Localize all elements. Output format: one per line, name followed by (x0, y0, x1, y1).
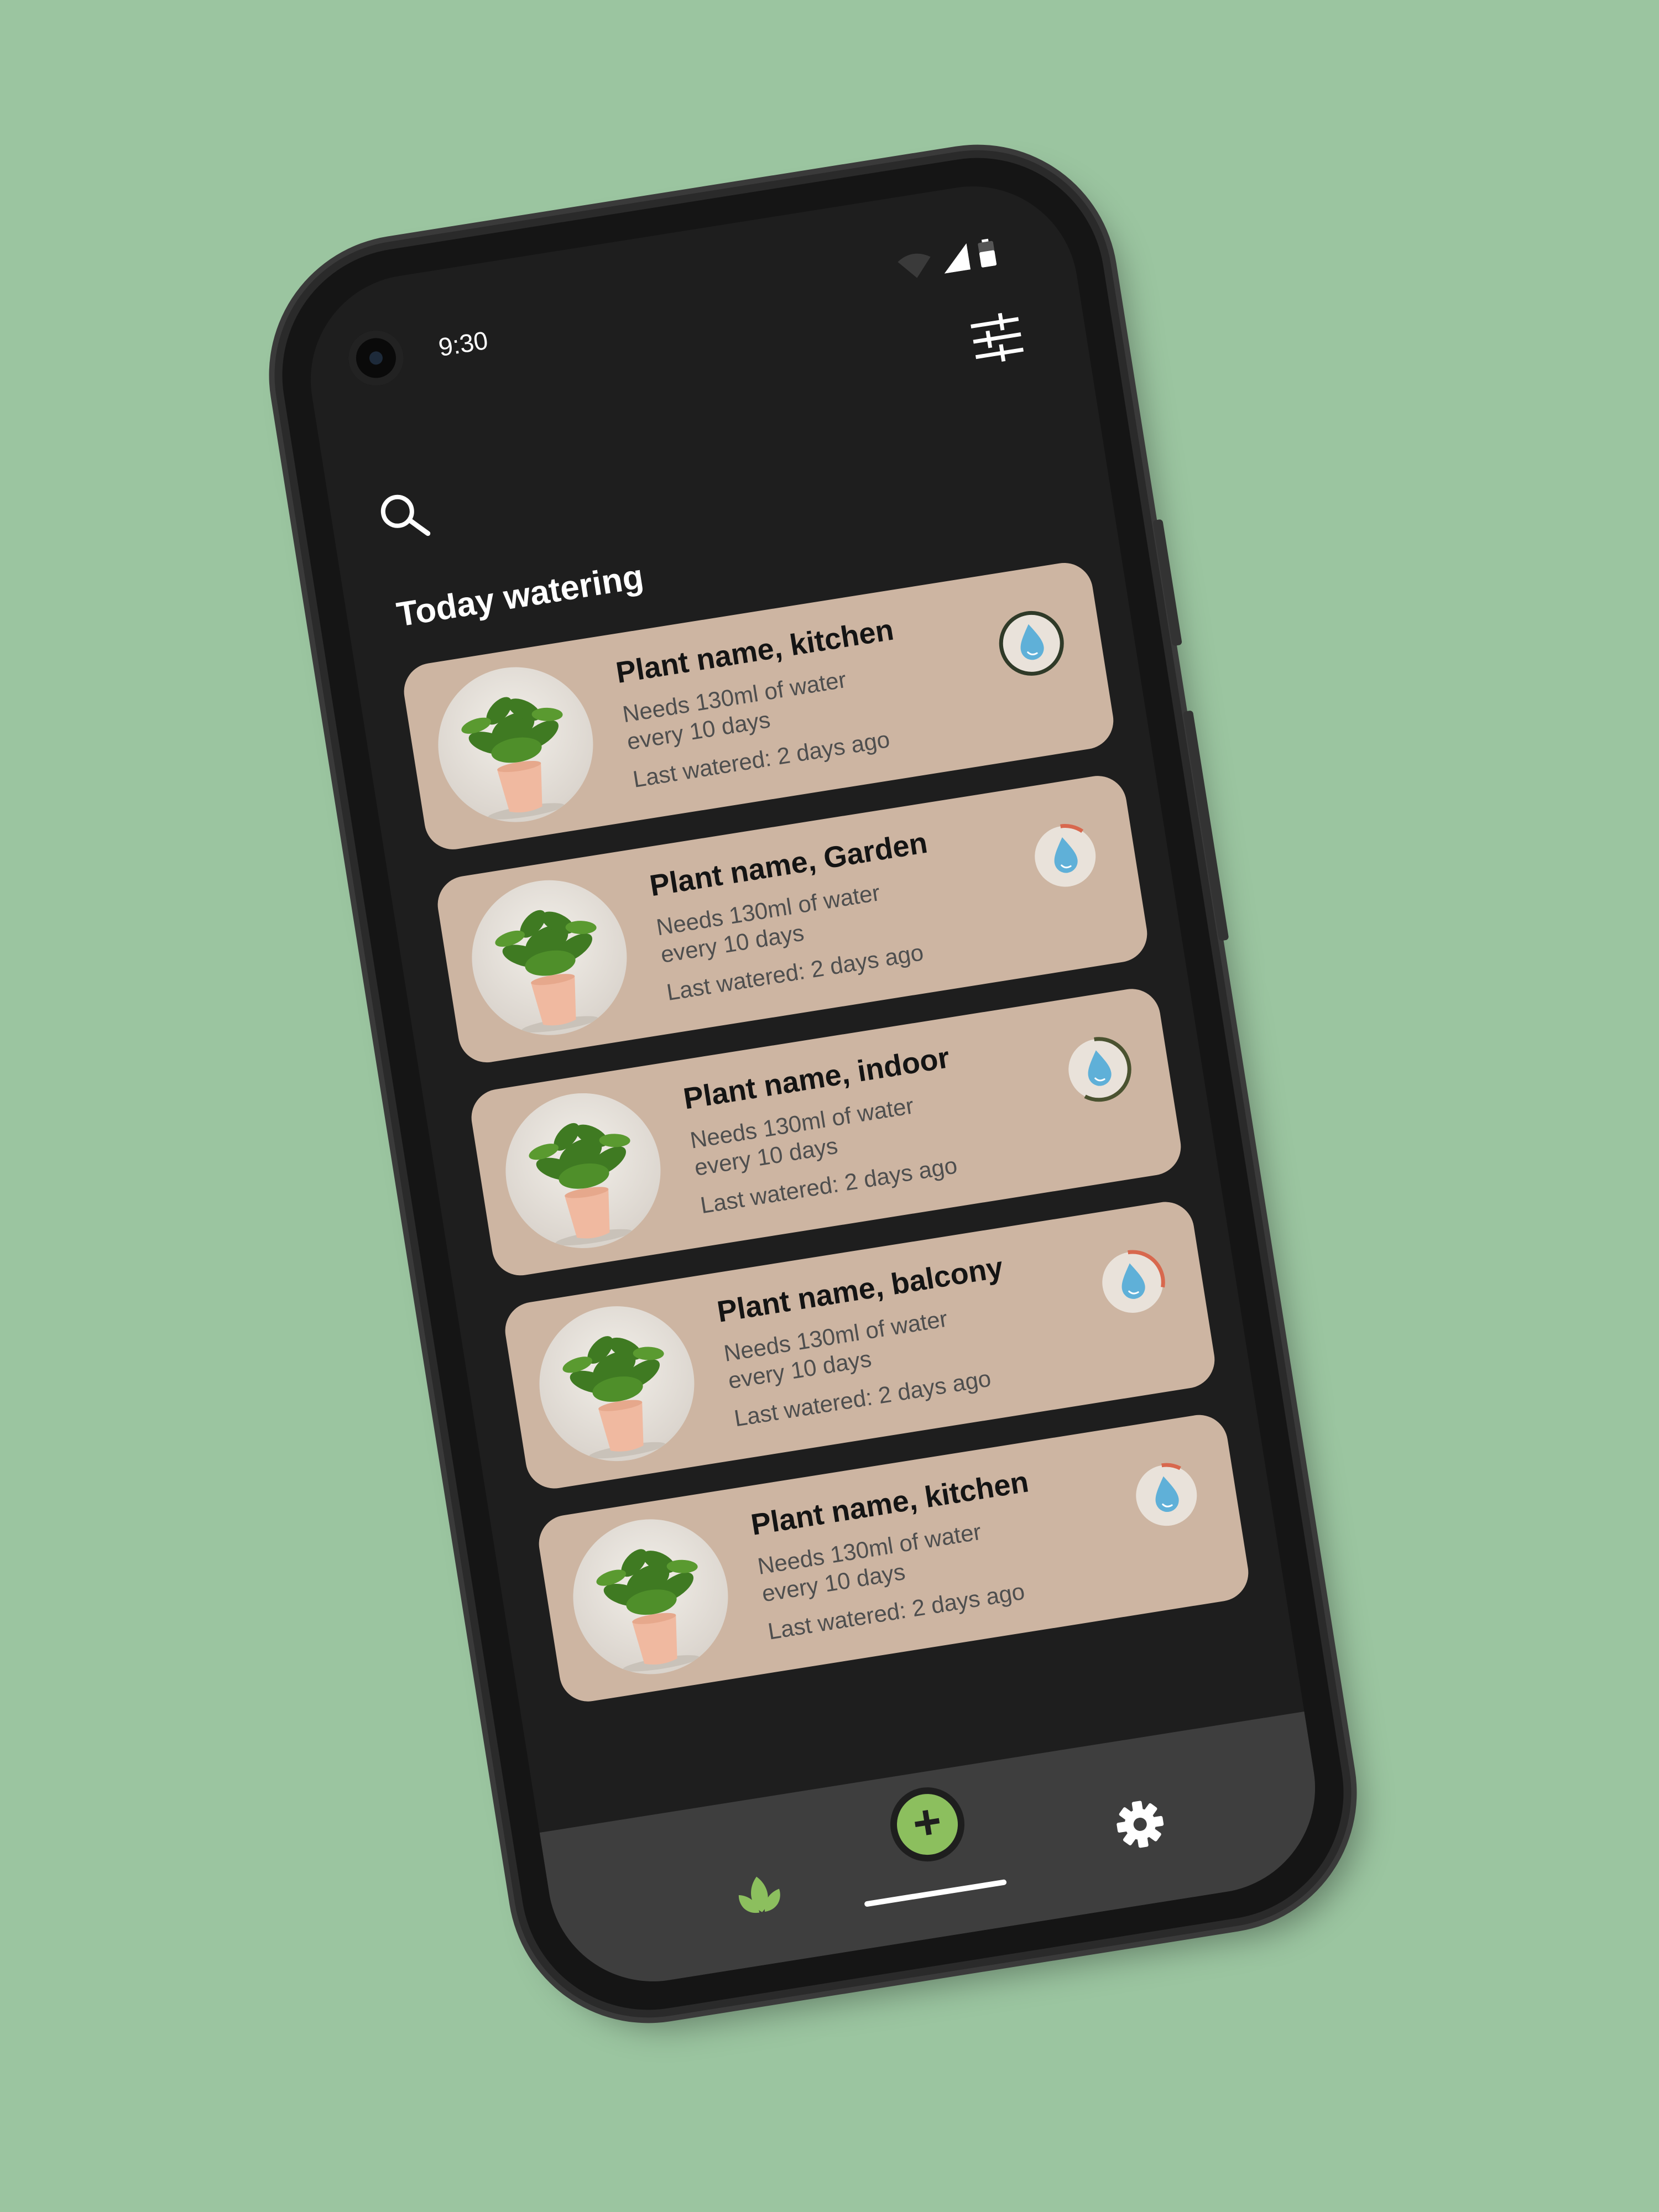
plant-photo (461, 869, 638, 1046)
potted-plant-image (461, 697, 565, 820)
nav-plants-button[interactable] (730, 1862, 787, 1919)
plant-photo (562, 1508, 739, 1686)
water-button[interactable] (1092, 1241, 1174, 1324)
battery-icon (978, 238, 997, 268)
water-progress-ring (1066, 1037, 1131, 1102)
add-plant-button[interactable]: + (893, 1790, 962, 1860)
app-screen: 9:30 Today watering Plant name, kitchen … (295, 171, 1331, 1997)
nav-settings-button[interactable] (1112, 1796, 1168, 1853)
phone-frame: 9:30 Today watering Plant name, kitchen … (264, 139, 1362, 2028)
front-camera (344, 326, 408, 390)
add-icon: + (909, 1792, 946, 1851)
water-progress-ring (1032, 824, 1098, 889)
water-button[interactable] (1058, 1028, 1140, 1110)
filter-button[interactable] (966, 306, 1029, 369)
search-icon (380, 494, 431, 536)
status-time: 9:30 (436, 325, 490, 362)
wifi-icon (898, 253, 931, 278)
signal-icon (944, 243, 971, 274)
water-progress-ring (1134, 1463, 1199, 1528)
home-indicator[interactable] (864, 1879, 1007, 1907)
potted-plant-image (529, 1123, 632, 1246)
sliders-icon (971, 312, 1024, 362)
plants-icon (738, 1876, 780, 1913)
status-icons (896, 238, 997, 280)
section-title: Today watering (394, 557, 646, 634)
water-progress-ring (1100, 1250, 1165, 1315)
water-button[interactable] (1024, 815, 1107, 898)
plant-photo (494, 1082, 672, 1260)
plant-list: Plant name, kitchen Needs 130ml of water… (400, 559, 1257, 1733)
potted-plant-image (596, 1549, 700, 1672)
plant-photo (427, 656, 604, 833)
water-button[interactable] (1125, 1454, 1208, 1537)
plant-photo (528, 1295, 706, 1473)
potted-plant-image (495, 910, 598, 1032)
water-progress-ring (999, 611, 1064, 676)
settings-icon (1117, 1801, 1164, 1848)
water-button[interactable] (990, 602, 1073, 685)
potted-plant-image (562, 1336, 666, 1459)
search-button[interactable] (372, 484, 435, 547)
